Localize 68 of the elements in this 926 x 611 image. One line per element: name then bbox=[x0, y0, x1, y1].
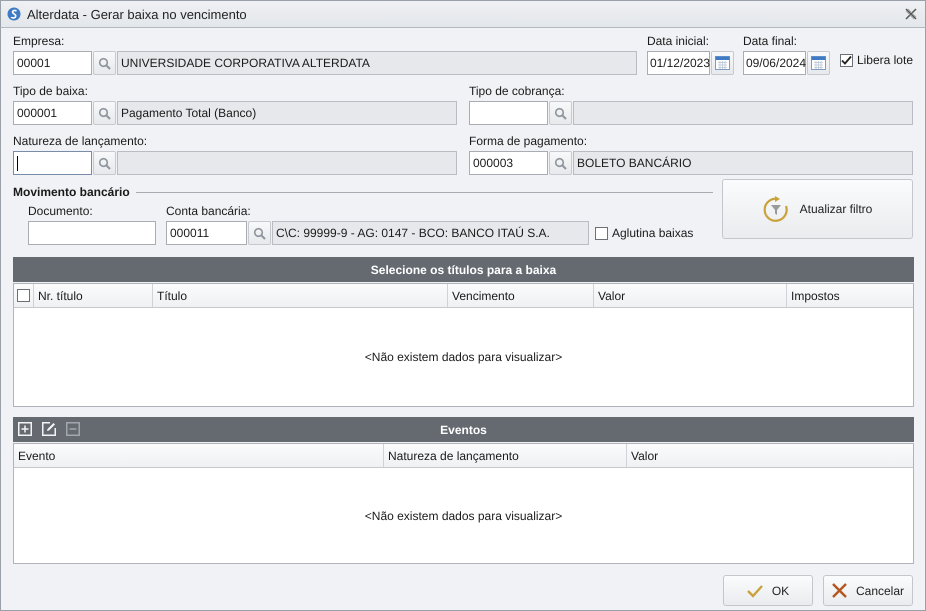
search-button[interactable] bbox=[93, 151, 116, 175]
code-input[interactable]: 000011 bbox=[166, 221, 247, 245]
grid-title: Selecione os títulos para a baixa bbox=[370, 262, 556, 276]
date-input[interactable]: 09/06/2024 bbox=[742, 51, 806, 75]
field-label: Conta bancária: bbox=[166, 204, 252, 220]
field-label: Tipo de baixa: bbox=[13, 84, 89, 100]
search-button[interactable] bbox=[248, 221, 271, 245]
search-icon bbox=[98, 56, 111, 70]
field-label: Documento: bbox=[28, 204, 94, 220]
code-input[interactable] bbox=[28, 221, 156, 245]
description-field: Pagamento Total (Banco) bbox=[117, 101, 457, 125]
column-header[interactable]: Valor bbox=[627, 444, 913, 467]
column-header[interactable]: Vencimento bbox=[448, 284, 594, 307]
refresh-filter-button[interactable]: Atualizar filtro bbox=[722, 179, 913, 239]
checkbox[interactable] bbox=[595, 226, 608, 240]
field-label: Empresa: bbox=[13, 34, 66, 50]
calendar-icon bbox=[714, 56, 730, 70]
search-button[interactable] bbox=[93, 101, 116, 125]
code-input[interactable]: 000003 bbox=[469, 151, 548, 175]
select-all-checkbox[interactable] bbox=[17, 289, 30, 302]
search-button[interactable] bbox=[549, 101, 572, 125]
search-icon bbox=[554, 106, 567, 120]
code-input[interactable]: 00001 bbox=[13, 51, 92, 75]
search-button[interactable] bbox=[93, 51, 116, 75]
field-label: Forma de pagamento: bbox=[469, 134, 588, 150]
refresh-filter-icon bbox=[762, 196, 790, 222]
window-title: Alterdata - Gerar baixa no vencimento bbox=[27, 6, 248, 22]
description-field: BOLETO BANCÁRIO bbox=[573, 151, 913, 175]
column-header[interactable]: Natureza de lançamento bbox=[384, 444, 627, 467]
code-input[interactable] bbox=[13, 151, 92, 175]
description-field: C\C: 99999-9 - AG: 0147 - BCO: BANCO ITAÚ S.A. bbox=[272, 221, 589, 245]
checkbox-label: Aglutina baixas bbox=[612, 226, 694, 240]
search-icon bbox=[554, 156, 567, 170]
app-logo-icon bbox=[7, 7, 21, 21]
code-input[interactable] bbox=[469, 101, 548, 125]
column-header[interactable]: Impostos bbox=[787, 284, 913, 307]
description-field: UNIVERSIDADE CORPORATIVA ALTERDATA bbox=[117, 51, 637, 75]
cancel-button[interactable]: Cancelar bbox=[823, 575, 913, 606]
field-label: Data final: bbox=[742, 34, 798, 50]
section-title: Movimento bancário bbox=[13, 185, 130, 199]
date-input[interactable]: 01/12/2023 bbox=[646, 51, 710, 75]
add-icon[interactable] bbox=[18, 422, 32, 436]
close-icon bbox=[832, 583, 847, 598]
empty-message: <Não existem dados para visualizar> bbox=[364, 350, 562, 364]
empty-message: <Não existem dados para visualizar> bbox=[364, 508, 562, 522]
edit-icon[interactable] bbox=[42, 422, 56, 436]
checkbox-label: Libera lote bbox=[856, 53, 913, 67]
grid-title: Eventos bbox=[440, 422, 487, 436]
column-header[interactable]: Título bbox=[153, 284, 448, 307]
checkbox[interactable] bbox=[840, 54, 853, 66]
field-label: Natureza de lançamento: bbox=[13, 134, 148, 150]
code-input[interactable]: 000001 bbox=[13, 101, 92, 125]
search-icon bbox=[98, 106, 111, 120]
check-icon bbox=[746, 584, 763, 598]
column-header[interactable]: Nr. título bbox=[34, 284, 153, 307]
column-header[interactable]: Evento bbox=[14, 444, 384, 467]
ok-button[interactable]: OK bbox=[723, 575, 813, 606]
close-icon[interactable] bbox=[905, 8, 917, 20]
calendar-button[interactable] bbox=[806, 51, 830, 75]
field-label: Tipo de cobrança: bbox=[469, 84, 566, 100]
column-header[interactable]: Valor bbox=[594, 284, 787, 307]
field-label: Data inicial: bbox=[646, 34, 710, 50]
search-button[interactable] bbox=[549, 151, 572, 175]
check-icon bbox=[840, 55, 852, 65]
search-icon bbox=[98, 156, 111, 170]
calendar-icon bbox=[810, 56, 826, 70]
search-icon bbox=[253, 226, 266, 240]
calendar-button[interactable] bbox=[710, 51, 734, 75]
